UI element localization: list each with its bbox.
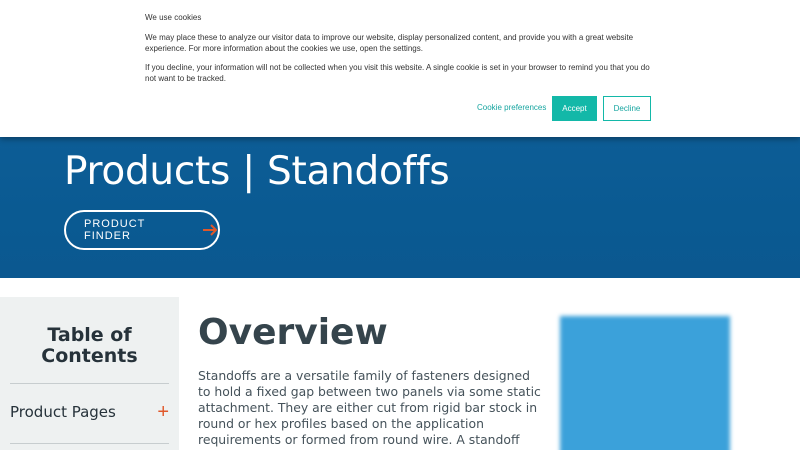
hero-banner: Products | Standoffs PRODUCT FINDER: [0, 137, 800, 278]
cookie-banner-title: We use cookies: [145, 13, 202, 22]
page: Products | Standoffs PRODUCT FINDER We u…: [0, 0, 800, 450]
toc-title: Table of Contents: [41, 324, 138, 367]
toc-divider: [10, 383, 169, 384]
toc-divider: [10, 443, 169, 444]
plus-icon[interactable]: +: [157, 402, 169, 422]
arrow-right-icon: [202, 224, 218, 236]
table-of-contents: Table of Contents Product Pages +: [0, 297, 179, 450]
accept-cookies-button[interactable]: Accept: [552, 96, 597, 121]
cookie-banner: We use cookies We may place these to ana…: [0, 0, 800, 137]
product-finder-label: PRODUCT FINDER: [84, 218, 146, 242]
page-title: Products | Standoffs: [64, 149, 450, 194]
product-finder-button[interactable]: PRODUCT FINDER: [64, 210, 220, 250]
cookie-banner-decline-text: If you decline, your information will no…: [145, 63, 650, 83]
decline-cookies-button[interactable]: Decline: [603, 96, 651, 121]
toc-item-product-pages[interactable]: Product Pages +: [10, 400, 169, 424]
cookie-banner-text: We may place these to analyze our visito…: [145, 33, 634, 53]
overview-heading: Overview: [198, 312, 388, 353]
toc-item-label: Product Pages: [10, 403, 116, 421]
overview-body: Standoffs are a versatile family of fast…: [198, 368, 541, 450]
product-image-placeholder: [560, 316, 730, 450]
cookie-preferences-link[interactable]: Cookie preferences: [477, 103, 546, 112]
